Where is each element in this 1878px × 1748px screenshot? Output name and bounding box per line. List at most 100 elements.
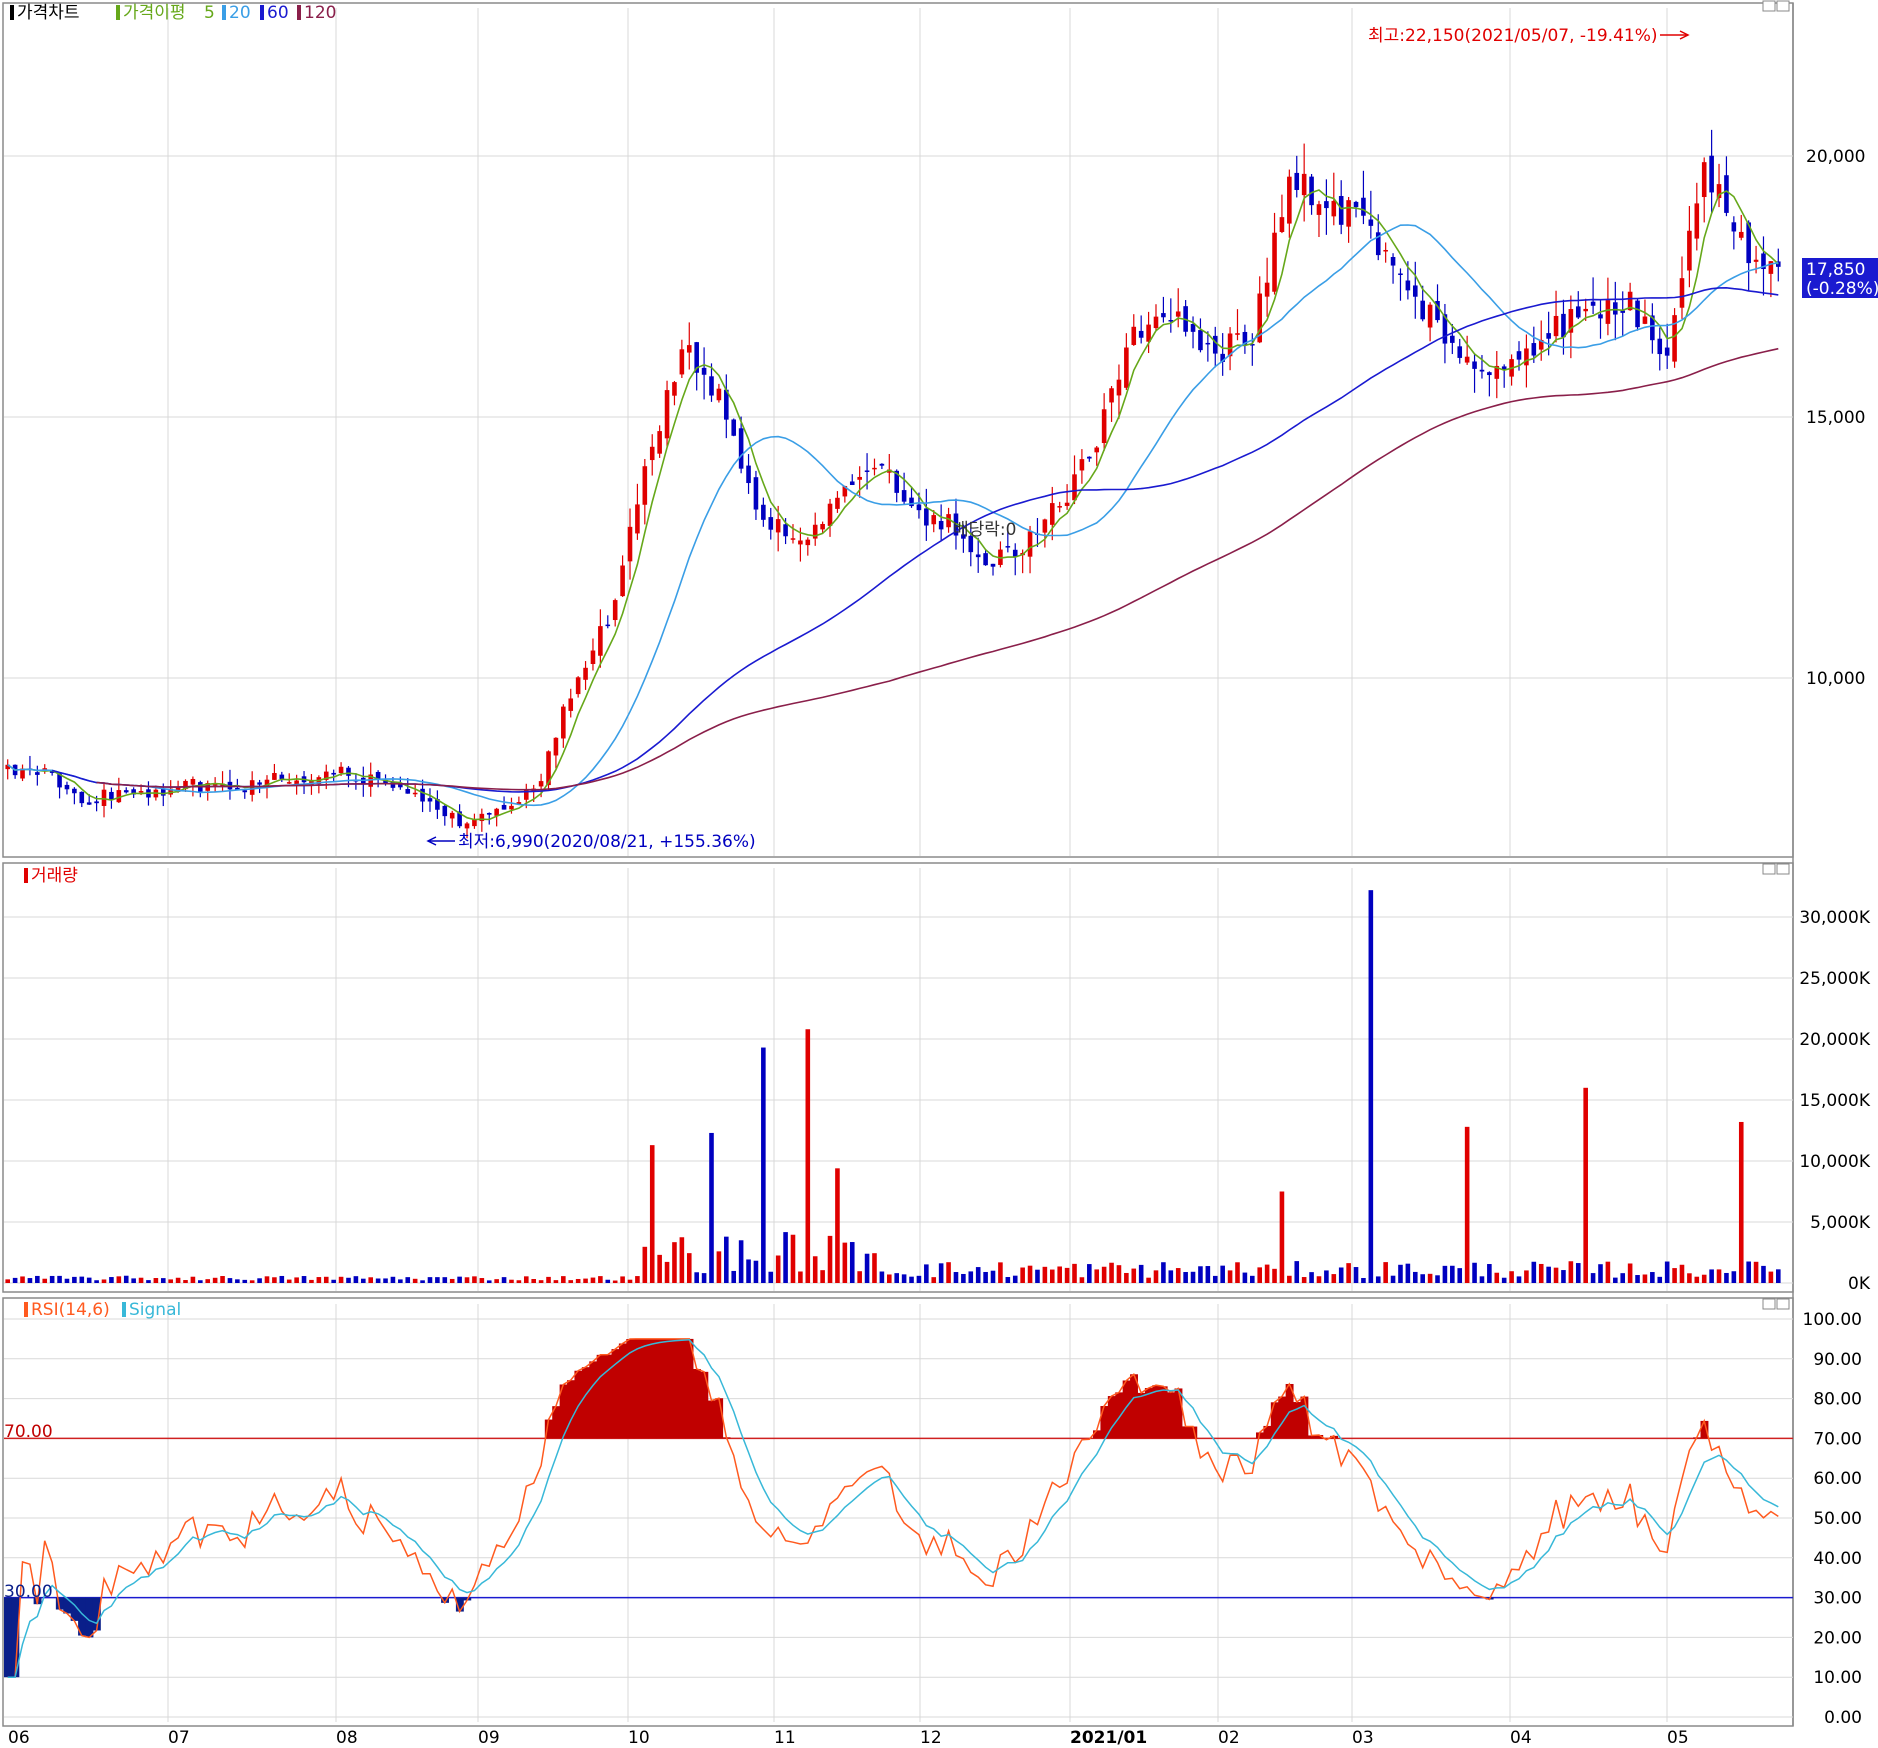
volume-bar	[583, 1278, 588, 1283]
candle-body	[346, 767, 351, 776]
volume-legend-title: 거래량	[31, 866, 78, 886]
volume-bar	[1427, 1273, 1433, 1283]
volume-bar	[1138, 1264, 1144, 1283]
volume-bar	[694, 1272, 699, 1283]
volume-bar	[1650, 1272, 1655, 1283]
candle-body	[242, 790, 248, 793]
rsi-overbought-fill	[1115, 1392, 1124, 1439]
candle-body	[598, 626, 603, 656]
volume-bar	[346, 1277, 351, 1283]
volume-bar	[731, 1270, 737, 1283]
volume-bar	[64, 1278, 70, 1283]
volume-bar	[79, 1276, 85, 1283]
candle-body	[1598, 314, 1603, 319]
candle-body	[627, 526, 633, 562]
chart-background	[0, 0, 1878, 1748]
volume-bar	[486, 1280, 492, 1283]
volume-minimize-icon[interactable]	[1762, 863, 1776, 875]
rsi-overbought-fill	[670, 1338, 679, 1439]
rsi-y-tick: 40.00	[1813, 1549, 1862, 1569]
volume-bar	[894, 1273, 900, 1283]
rsi-minimize-icon[interactable]	[1762, 1298, 1776, 1310]
volume-bar	[812, 1256, 818, 1283]
volume-y-tick: 5,000K	[1810, 1213, 1871, 1233]
candle-body	[1368, 219, 1374, 226]
candle-body	[1346, 200, 1351, 227]
high-annotation: 최고:22,150(2021/05/07, -19.41%)	[1368, 26, 1690, 46]
candle-body	[1361, 197, 1366, 216]
volume-bar	[42, 1278, 48, 1283]
volume-bar	[531, 1278, 536, 1283]
volume-bar	[1479, 1276, 1485, 1283]
candle-body	[101, 789, 107, 806]
candle-body	[405, 789, 411, 794]
volume-bar	[464, 1277, 470, 1283]
volume-close-icon[interactable]	[1776, 863, 1790, 875]
volume-bar	[405, 1277, 411, 1283]
candle-body	[1042, 519, 1048, 533]
candle-body	[1190, 323, 1196, 332]
volume-bar	[657, 1254, 662, 1283]
candle-body	[605, 624, 611, 627]
x-tick-label: 05	[1667, 1728, 1689, 1748]
rsi-y-tick: 20.00	[1813, 1628, 1862, 1648]
volume-bar	[1279, 1191, 1285, 1283]
candle-body	[1316, 204, 1322, 215]
volume-bar	[761, 1047, 766, 1283]
volume-bar	[849, 1242, 855, 1283]
volume-bar	[1190, 1271, 1196, 1283]
volume-bar	[879, 1271, 885, 1283]
candle-body	[649, 446, 655, 461]
candle-body	[123, 790, 129, 793]
candle-body	[1412, 285, 1418, 297]
volume-bar	[1301, 1277, 1307, 1283]
ma-legend-label: 가격이평	[123, 3, 186, 23]
candle-body	[1694, 203, 1700, 239]
candle-body	[716, 388, 722, 401]
price-y-tick: 20,000	[1806, 147, 1865, 167]
volume-bar	[1294, 1261, 1300, 1283]
candle-body	[35, 772, 40, 775]
candle-body	[472, 819, 477, 827]
volume-bar	[509, 1279, 514, 1283]
candle-body	[331, 772, 336, 775]
volume-bar	[709, 1132, 714, 1283]
signal-legend-title: Signal	[129, 1300, 181, 1320]
rsi-overbought-fill	[581, 1367, 590, 1439]
candle-body	[1072, 474, 1077, 501]
volume-bar	[598, 1276, 603, 1283]
rsi-overbought-fill	[633, 1338, 642, 1439]
volume-bar	[1761, 1265, 1766, 1283]
volume-bar	[909, 1276, 914, 1283]
volume-bar	[738, 1240, 744, 1283]
volume-bar	[27, 1278, 33, 1283]
volume-bar	[701, 1273, 707, 1283]
volume-bar	[1309, 1272, 1314, 1283]
volume-bar	[272, 1277, 277, 1283]
price-close-icon[interactable]	[1776, 0, 1790, 12]
volume-bar	[472, 1276, 477, 1283]
volume-bar	[1405, 1263, 1411, 1283]
volume-bar	[279, 1275, 285, 1283]
rsi-close-icon[interactable]	[1776, 1298, 1790, 1310]
x-tick-label: 11	[774, 1728, 796, 1748]
candle-body	[635, 504, 640, 534]
volume-bar	[1212, 1275, 1218, 1283]
volume-bar	[1250, 1275, 1255, 1283]
rsi-overbought-fill	[648, 1338, 657, 1439]
ma120-legend: 120	[304, 3, 336, 23]
volume-bar	[368, 1277, 374, 1283]
volume-bar	[1642, 1274, 1648, 1283]
volume-bar	[1494, 1272, 1500, 1283]
candle-body	[1738, 231, 1744, 238]
rsi-overbought-fill	[1181, 1426, 1190, 1439]
volume-bar	[35, 1275, 40, 1283]
volume-bar	[983, 1271, 988, 1283]
volume-bar	[338, 1276, 344, 1283]
volume-bar	[1205, 1266, 1211, 1283]
volume-bar	[1227, 1270, 1233, 1283]
volume-bar	[753, 1260, 759, 1283]
high-annotation-text: 최고:22,150(2021/05/07, -19.41%)	[1368, 26, 1658, 46]
price-minimize-icon[interactable]	[1762, 0, 1776, 12]
rsi-overbought-fill	[692, 1368, 701, 1439]
